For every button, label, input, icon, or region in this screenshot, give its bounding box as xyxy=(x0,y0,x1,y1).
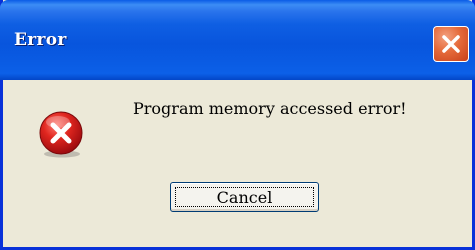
window-title: Error xyxy=(14,30,67,50)
error-message: Program memory accessed error! xyxy=(133,99,407,118)
close-icon xyxy=(442,35,460,53)
cancel-button-label: Cancel xyxy=(175,187,314,207)
cancel-button[interactable]: Cancel xyxy=(170,182,319,212)
dialog-body: Program memory accessed error! Cancel xyxy=(3,80,472,247)
error-dialog-window: Error Program memory accessed error! Can… xyxy=(0,0,475,250)
close-button[interactable] xyxy=(433,26,469,62)
title-bar[interactable]: Error xyxy=(0,0,475,80)
error-icon xyxy=(39,111,83,158)
